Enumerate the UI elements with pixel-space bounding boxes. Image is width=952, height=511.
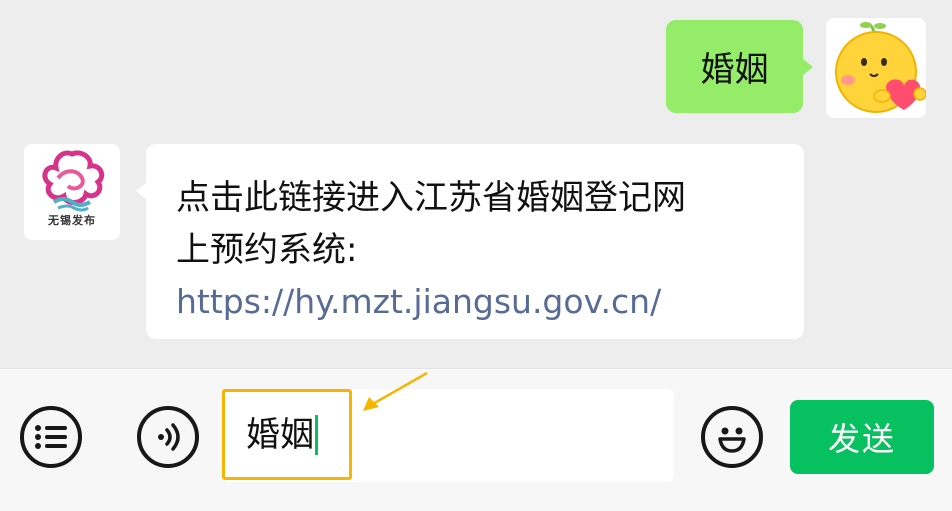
- avatar-brand-text: 无锡发布: [48, 214, 96, 227]
- message-input-value: 婚姻: [246, 415, 314, 455]
- smiley-icon: [718, 427, 746, 453]
- chat-area: 婚姻 无锡发布 点击此链接进入江苏省婚姻登记网 上预约系统: https://h…: [0, 0, 952, 368]
- message-line-2: 上预约系统:: [176, 230, 358, 270]
- send-button-label: 发送: [827, 420, 896, 458]
- incoming-message-bubble[interactable]: 点击此链接进入江苏省婚姻登记网 上预约系统: https://hy.mzt.ji…: [136, 144, 804, 339]
- registration-link[interactable]: https://hy.mzt.jiangsu.gov.cn/: [176, 276, 774, 328]
- send-button[interactable]: 发送: [790, 400, 934, 474]
- wuxi-release-logo-icon: [42, 150, 105, 212]
- yellow-emoji-heart-avatar-icon: [835, 22, 926, 113]
- voice-button[interactable]: [137, 406, 199, 468]
- pointer-arrow-icon: [363, 371, 428, 411]
- emoji-button[interactable]: [701, 406, 763, 468]
- input-bar: 婚姻 发送: [0, 368, 952, 511]
- official-account-avatar[interactable]: 无锡发布: [24, 144, 120, 240]
- outgoing-message-text: 婚姻: [700, 50, 769, 90]
- text-caret: [315, 415, 318, 455]
- user-avatar[interactable]: [826, 18, 926, 118]
- message-line-1: 点击此链接进入江苏省婚姻登记网: [176, 178, 686, 218]
- message-input[interactable]: 婚姻: [222, 389, 674, 482]
- voice-icon: [158, 423, 180, 451]
- list-menu-icon: [35, 425, 67, 449]
- menu-button[interactable]: [20, 406, 82, 468]
- outgoing-message-bubble[interactable]: 婚姻: [666, 20, 813, 113]
